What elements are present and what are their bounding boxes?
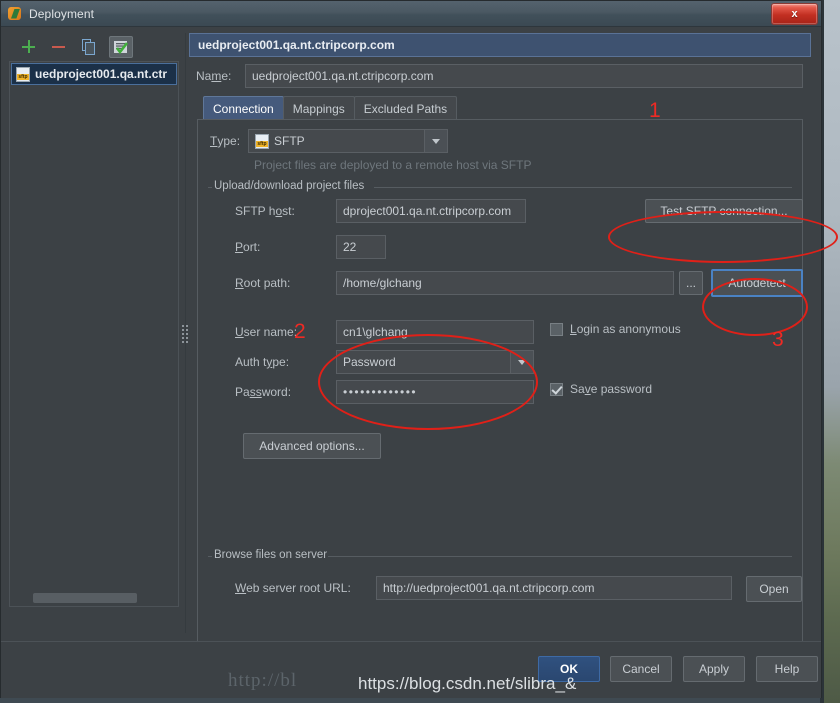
- server-list[interactable]: uedproject001.qa.nt.ctr: [9, 61, 179, 607]
- remove-icon[interactable]: [49, 37, 69, 57]
- sftp-host-label: SFTP host:: [235, 204, 295, 218]
- tab-mappings[interactable]: Mappings: [282, 96, 355, 121]
- server-settings-panel: uedproject001.qa.nt.ctripcorp.com Name: …: [189, 33, 811, 643]
- name-input[interactable]: uedproject001.qa.nt.ctripcorp.com: [245, 64, 803, 88]
- checkbox-box-icon[interactable]: [550, 382, 563, 396]
- scrollbar-thumb[interactable]: [33, 593, 137, 603]
- list-item[interactable]: uedproject001.qa.nt.ctr: [11, 63, 177, 85]
- window-title: Deployment: [29, 6, 95, 21]
- panel-header: uedproject001.qa.nt.ctripcorp.com: [189, 33, 811, 57]
- close-icon[interactable]: x: [771, 3, 818, 25]
- port-label: Port:: [235, 240, 261, 254]
- cancel-button[interactable]: Cancel: [610, 656, 672, 682]
- annotation-ellipse-credentials: [318, 334, 538, 430]
- type-hint-text: Project files are deployed to a remote h…: [254, 158, 532, 172]
- watermark-primary: http://bl: [228, 670, 298, 691]
- root-path-label: Root path:: [235, 276, 291, 290]
- help-button[interactable]: Help: [756, 656, 818, 682]
- group-divider: [208, 556, 212, 557]
- annotation-marker-2: 2: [294, 320, 306, 343]
- port-input[interactable]: 22: [336, 235, 386, 259]
- tab-excluded-paths[interactable]: Excluded Paths: [353, 96, 458, 121]
- type-dropdown[interactable]: SFTP: [248, 129, 448, 153]
- web-server-root-url-input[interactable]: http://uedproject001.qa.nt.ctripcorp.com: [376, 576, 732, 600]
- server-list-panel: uedproject001.qa.nt.ctr: [9, 33, 179, 633]
- chevron-down-icon[interactable]: [424, 130, 447, 152]
- panel-splitter[interactable]: [181, 33, 189, 633]
- server-list-toolbar: [9, 33, 179, 61]
- horizontal-scrollbar[interactable]: [11, 591, 178, 605]
- title-bar: Deployment x: [1, 1, 821, 27]
- browse-group-title: Browse files on server: [210, 549, 332, 561]
- annotation-marker-3: 3: [772, 328, 784, 351]
- group-divider: [208, 187, 212, 188]
- splitter-handle-icon: [182, 325, 188, 351]
- auth-type-label: Auth type:: [235, 355, 290, 369]
- set-default-icon[interactable]: [109, 36, 133, 58]
- group-divider: [328, 556, 792, 557]
- sftp-type-icon: [255, 133, 269, 149]
- tab-connection[interactable]: Connection: [203, 96, 284, 121]
- list-item-label: uedproject001.qa.nt.ctr: [35, 67, 168, 81]
- password-label: Password:: [235, 385, 292, 399]
- pycharm-icon: [7, 6, 23, 22]
- web-server-root-url-label: Web server root URL:: [235, 581, 351, 595]
- user-name-label: User name:: [235, 325, 298, 339]
- type-label: Type:: [210, 134, 241, 148]
- panel-header-title: uedproject001.qa.nt.ctripcorp.com: [198, 38, 395, 52]
- sftp-host-input[interactable]: dproject001.qa.nt.ctripcorp.com: [336, 199, 526, 223]
- name-row: Name: uedproject001.qa.nt.ctripcorp.com: [189, 63, 811, 89]
- open-button[interactable]: Open: [746, 576, 802, 602]
- login-as-anonymous-label: Login as anonymous: [570, 322, 681, 336]
- browse-button[interactable]: ...: [679, 271, 703, 295]
- login-as-anonymous-checkbox[interactable]: Login as anonymous: [550, 322, 681, 336]
- save-password-checkbox[interactable]: Save password: [550, 382, 652, 396]
- settings-tabs: Connection Mappings Excluded Paths: [203, 95, 458, 121]
- root-path-input[interactable]: /home/glchang: [336, 271, 674, 295]
- upload-group-title: Upload/download project files: [210, 180, 369, 192]
- save-password-label: Save password: [570, 382, 653, 396]
- checkbox-box-icon[interactable]: [550, 322, 563, 336]
- type-value: SFTP: [274, 134, 305, 148]
- watermark-secondary: https://blog.csdn.net/slibra_&: [358, 674, 577, 693]
- add-icon[interactable]: [19, 37, 39, 57]
- name-label: Name:: [196, 69, 232, 83]
- background-right-panel: [824, 0, 840, 703]
- advanced-options-button[interactable]: Advanced options...: [243, 433, 381, 459]
- annotation-ellipse-autodetect: [702, 278, 808, 336]
- sftp-server-icon: [16, 66, 30, 82]
- copy-icon[interactable]: [79, 37, 99, 57]
- apply-button[interactable]: Apply: [683, 656, 745, 682]
- group-divider: [374, 187, 792, 188]
- annotation-ellipse-test-connection: [608, 211, 838, 263]
